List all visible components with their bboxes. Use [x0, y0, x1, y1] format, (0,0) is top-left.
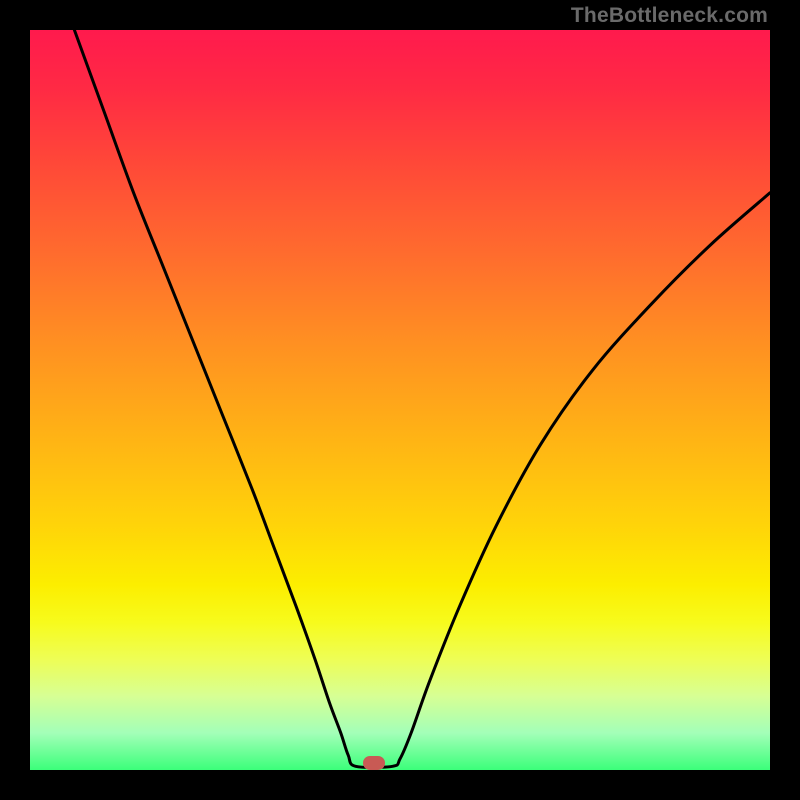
bottleneck-curve	[74, 30, 770, 767]
chart-frame: TheBottleneck.com	[0, 0, 800, 800]
optimal-point-marker	[363, 756, 385, 770]
attribution-text: TheBottleneck.com	[571, 4, 768, 28]
curve-svg	[30, 30, 770, 770]
plot-area	[30, 30, 770, 770]
